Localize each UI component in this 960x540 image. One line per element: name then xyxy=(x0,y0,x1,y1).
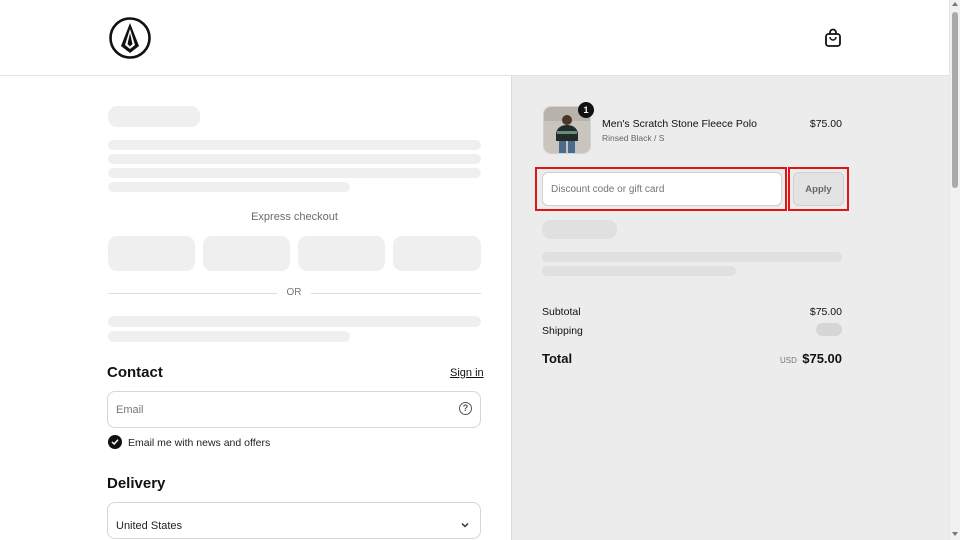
country-value: United States xyxy=(116,520,183,532)
skeleton-line xyxy=(108,168,481,178)
shopping-bag-icon[interactable] xyxy=(822,27,844,49)
shipping-value-skeleton xyxy=(816,323,842,336)
email-field[interactable]: Email ? xyxy=(107,391,481,428)
divider-or-text: OR xyxy=(286,287,302,298)
express-pay-button-placeholder[interactable] xyxy=(203,236,290,271)
skeleton-line xyxy=(108,140,481,150)
page-scrollbar[interactable] xyxy=(949,0,960,540)
header xyxy=(0,0,949,76)
product-price: $75.00 xyxy=(809,118,842,130)
express-checkout-label: Express checkout xyxy=(251,211,338,223)
email-placeholder: Email xyxy=(116,404,144,416)
scroll-up-arrow-icon[interactable] xyxy=(952,2,958,6)
question-circle-icon[interactable]: ? xyxy=(459,402,472,415)
apply-highlight-box: Apply xyxy=(788,167,849,211)
contact-heading: Contact xyxy=(107,364,163,381)
apply-discount-button[interactable]: Apply xyxy=(793,172,844,206)
scroll-down-arrow-icon[interactable] xyxy=(952,532,958,536)
total-currency: USD xyxy=(780,356,797,365)
product-variant: Rinsed Black / S xyxy=(602,133,665,143)
newsletter-label: Email me with news and offers xyxy=(128,437,271,449)
skeleton-line xyxy=(542,252,842,262)
skeleton-pill xyxy=(542,220,617,239)
skeleton-line xyxy=(108,154,481,164)
delivery-heading: Delivery xyxy=(107,475,166,492)
express-pay-button-placeholder[interactable] xyxy=(108,236,195,271)
discount-highlight-box xyxy=(535,167,787,211)
newsletter-checkbox[interactable] xyxy=(108,435,122,449)
skeleton-heading xyxy=(108,106,200,127)
express-pay-button-placeholder[interactable] xyxy=(298,236,385,271)
discount-code-input[interactable] xyxy=(542,172,782,206)
total-amount: $75.00 xyxy=(802,351,842,366)
skeleton-line xyxy=(108,316,481,327)
skeleton-line xyxy=(542,266,736,276)
divider-line xyxy=(311,293,481,294)
total-label: Total xyxy=(542,351,573,366)
product-name: Men's Scratch Stone Fleece Polo xyxy=(602,118,757,130)
divider-line xyxy=(108,293,277,294)
country-select[interactable]: United States xyxy=(107,502,481,539)
volcom-logo-icon[interactable] xyxy=(108,16,152,60)
scrollbar-thumb[interactable] xyxy=(952,12,958,188)
subtotal-value: $75.00 xyxy=(809,306,842,318)
express-pay-button-placeholder[interactable] xyxy=(393,236,481,271)
skeleton-line xyxy=(108,331,350,342)
quantity-badge: 1 xyxy=(578,102,594,118)
subtotal-label: Subtotal xyxy=(542,306,581,318)
shipping-label: Shipping xyxy=(542,325,583,337)
sign-in-link[interactable]: Sign in xyxy=(450,367,484,379)
skeleton-line xyxy=(108,182,350,192)
chevron-down-icon xyxy=(460,517,470,528)
